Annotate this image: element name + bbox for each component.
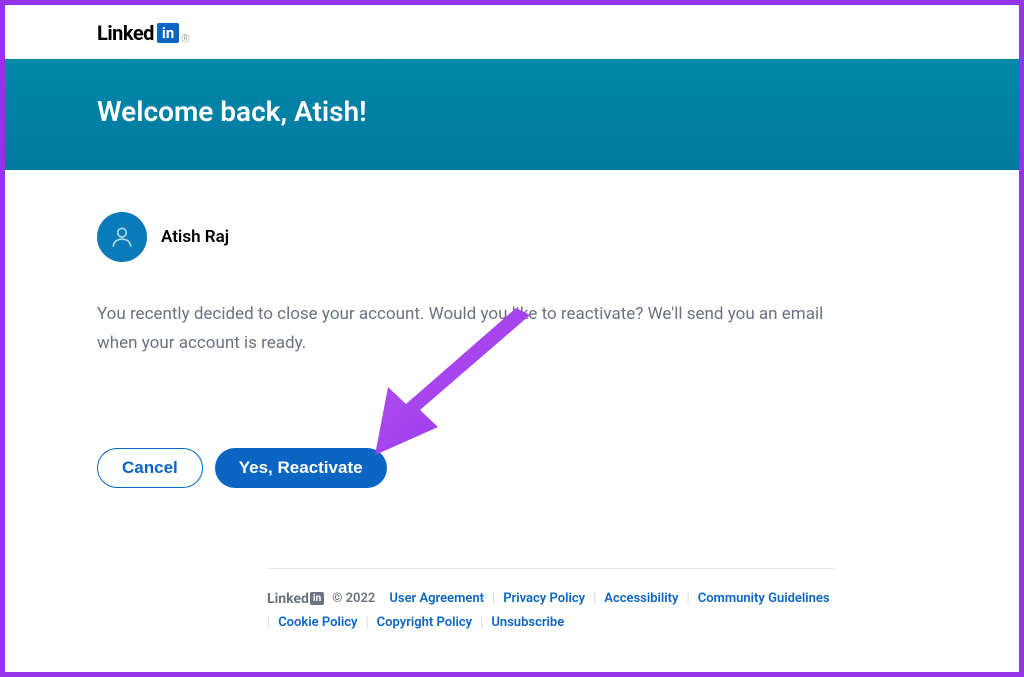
footer-link-unsubscribe[interactable]: Unsubscribe [491, 615, 564, 630]
footer-separator: | [492, 591, 495, 606]
cancel-button[interactable]: Cancel [97, 448, 203, 488]
welcome-banner: Welcome back, Atish! [5, 59, 1019, 170]
footer-link-privacy[interactable]: Privacy Policy [503, 591, 585, 606]
footer-logo-in: in [310, 592, 324, 605]
logo-registered: ® [181, 32, 190, 45]
user-row: Atish Raj [97, 212, 927, 262]
footer-link-copyright[interactable]: Copyright Policy [377, 615, 472, 630]
reactivate-button[interactable]: Yes, Reactivate [215, 448, 387, 488]
footer: Linked in © 2022 User Agreement | Privac… [267, 568, 835, 630]
banner-title: Welcome back, Atish! [97, 95, 927, 128]
main-content: Atish Raj You recently decided to close … [5, 170, 1019, 630]
footer-link-community[interactable]: Community Guidelines [698, 591, 830, 606]
button-row: Cancel Yes, Reactivate [97, 448, 927, 488]
logo-in-badge: in [157, 23, 179, 43]
footer-separator: | [593, 591, 596, 606]
footer-separator: | [687, 591, 690, 606]
footer-copyright: © 2022 [332, 591, 375, 606]
footer-logo: Linked in [267, 591, 324, 607]
reactivate-message: You recently decided to close your accou… [97, 300, 857, 358]
footer-separator: | [267, 615, 270, 630]
footer-separator: | [365, 615, 368, 630]
header-bar: Linked in ® [5, 5, 1019, 59]
person-icon [109, 224, 135, 250]
footer-link-accessibility[interactable]: Accessibility [604, 591, 678, 606]
footer-logo-text: Linked [267, 591, 309, 607]
username: Atish Raj [161, 227, 229, 247]
footer-link-user-agreement[interactable]: User Agreement [389, 591, 484, 606]
footer-link-cookie[interactable]: Cookie Policy [278, 615, 357, 630]
logo-text: Linked [97, 21, 154, 45]
footer-separator: | [480, 615, 483, 630]
linkedin-logo: Linked in ® [97, 21, 190, 45]
avatar [97, 212, 147, 262]
